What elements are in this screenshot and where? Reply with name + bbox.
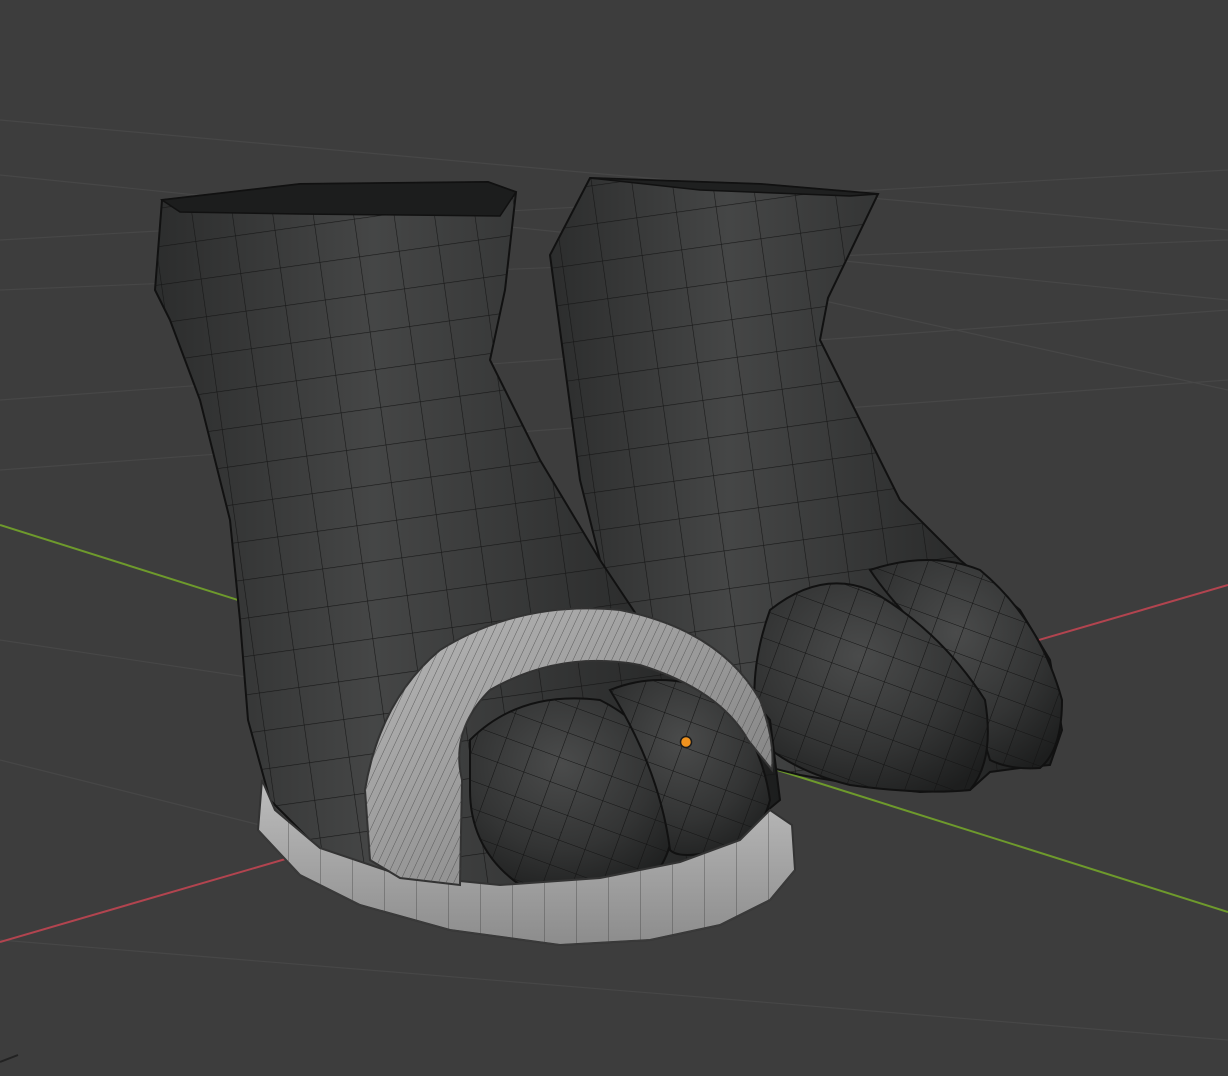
object-origin-marker[interactable] xyxy=(679,735,693,749)
3d-viewport[interactable] xyxy=(0,0,1228,1076)
axis-tick xyxy=(0,1054,19,1063)
viewport-canvas[interactable] xyxy=(0,0,1228,1076)
